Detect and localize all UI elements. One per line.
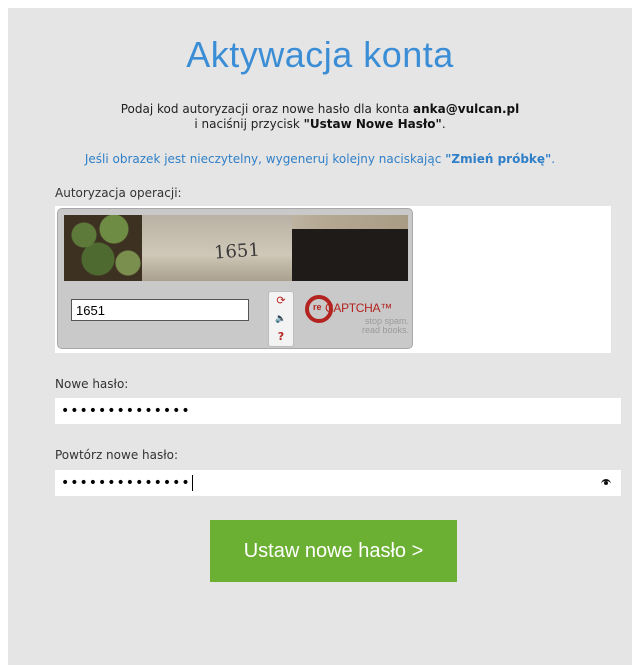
repeat-password-label: Powtórz nowe hasło: [55,448,179,462]
instructions-line-1: Podaj kod autoryzacji oraz nowe hasło dl… [8,102,632,117]
change-sample-link[interactable]: "Zmień próbkę" [445,152,551,166]
text-caret [191,475,193,491]
recaptcha-logo: re CAPTCHA™ stop spam. read books. [305,291,413,345]
repeat-password-field[interactable]: •••••••••••••• [55,470,621,496]
recaptcha-logo-re: re [313,302,322,312]
account-email: anka@vulcan.pl [413,102,520,116]
help-icon[interactable]: ? [269,328,293,346]
captcha-hint: Jeśli obrazek jest nieczytelny, wygeneru… [8,152,632,166]
captcha-label: Autoryzacja operacji: [55,186,182,200]
hint-suffix: . [551,152,556,166]
captcha-buttons: ⟳ 🔈 ? [268,291,294,347]
recaptcha-widget: 1651 ⟳ 🔈 ? re CAPTCHA™ stop spam. read b… [57,208,413,349]
show-password-eye-icon[interactable] [601,478,611,486]
instructions: Podaj kod autoryzacji oraz nowe hasło dl… [8,102,632,132]
instructions-suffix: . [441,117,446,131]
repeat-password-value: •••••••••••••• [61,475,191,491]
hint-text: Jeśli obrazek jest nieczytelny, wygeneru… [84,152,446,166]
reload-icon[interactable]: ⟳ [269,292,293,310]
activation-panel: Aktywacja konta Podaj kod autoryzacji or… [8,8,632,665]
recaptcha-logo-name: CAPTCHA™ [325,301,392,315]
new-password-label: Nowe hasło: [55,377,129,391]
captcha-area: 1651 ⟳ 🔈 ? re CAPTCHA™ stop spam. read b… [55,206,611,353]
audio-icon[interactable]: 🔈 [269,310,293,328]
instructions-line-2: i naciśnij przycisk "Ustaw Nowe Hasło". [8,117,632,132]
instructions-text-2: i naciśnij przycisk [194,117,304,131]
new-password-field[interactable]: •••••••••••••• [55,398,621,424]
button-reference: "Ustaw Nowe Hasło" [303,117,442,131]
recaptcha-tagline-2: read books. [361,325,409,335]
captcha-image-text: 1651 [213,239,261,264]
set-new-password-button[interactable]: Ustaw nowe hasło > [210,520,457,582]
captcha-image: 1651 [64,215,408,281]
captcha-input[interactable] [71,299,249,321]
page-title: Aktywacja konta [186,34,454,75]
new-password-value: •••••••••••••• [61,403,191,419]
recaptcha-tagline: stop spam. read books. [362,317,409,335]
instructions-text: Podaj kod autoryzacji oraz nowe hasło dl… [120,102,414,116]
